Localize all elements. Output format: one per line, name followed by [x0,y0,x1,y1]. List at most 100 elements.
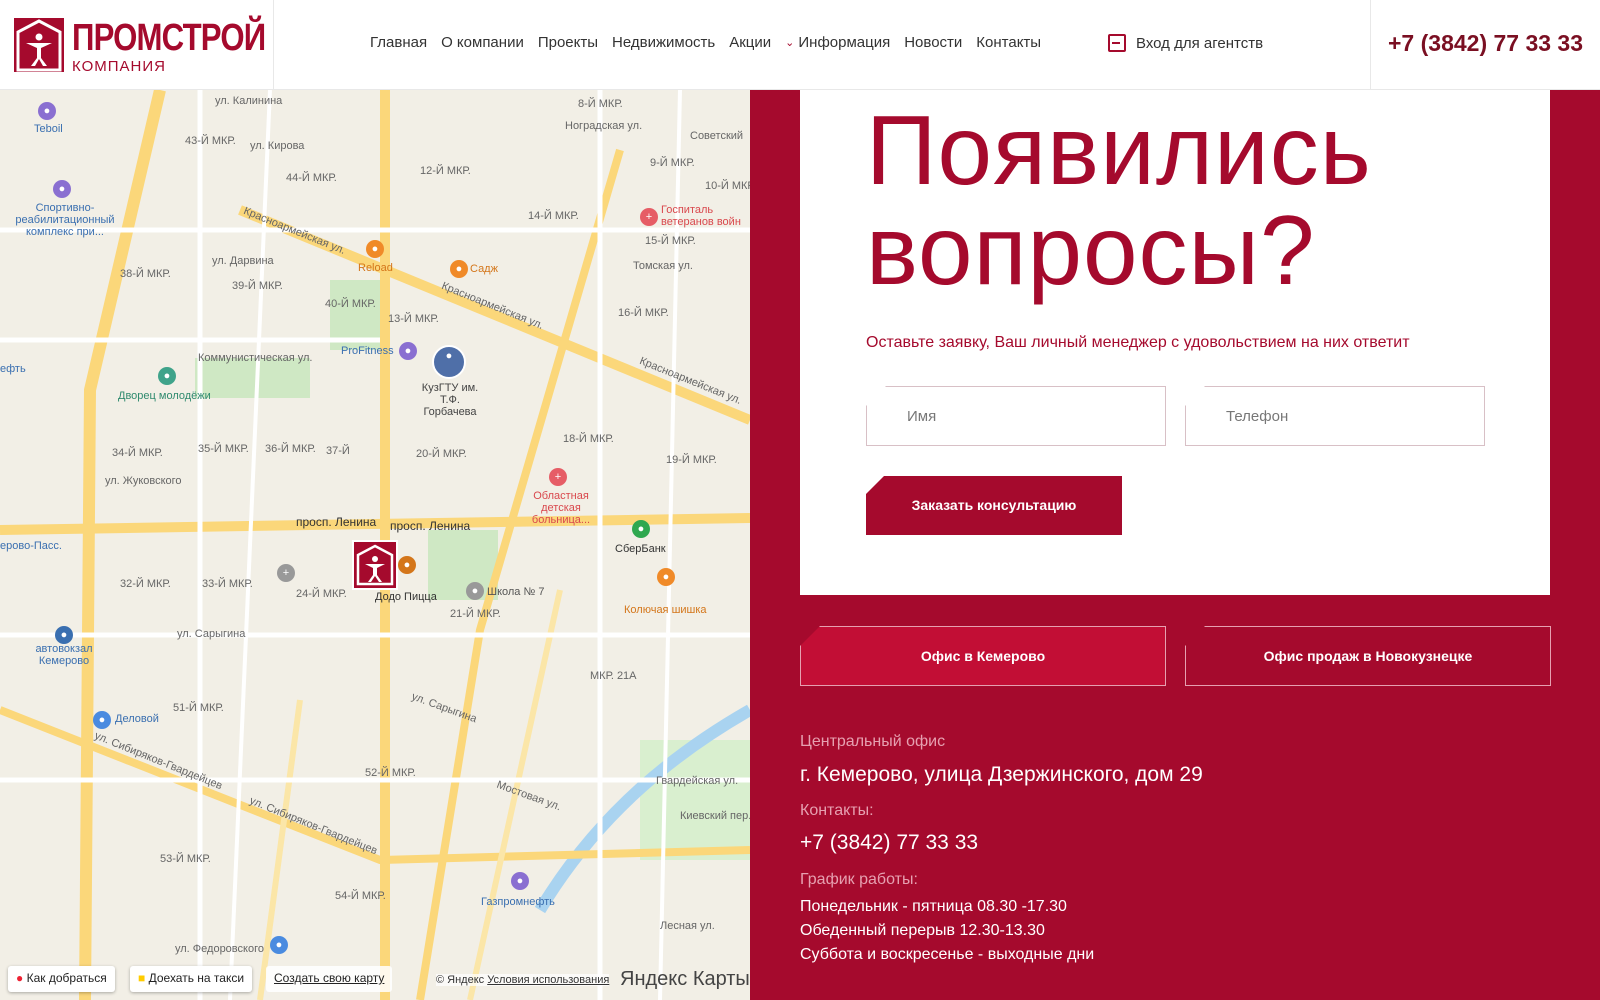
taxi-icon: ■ [138,971,146,985]
map-label: Коммунистическая ул. [198,352,313,364]
poi-label[interactable]: Teboil [34,123,63,135]
main-nav: Главная О компании Проекты Недвижимость … [370,34,1055,51]
login-icon [1108,34,1126,52]
name-field[interactable]: Имя [866,386,1166,446]
map-label: 53-Й МКР. [160,853,211,865]
contacts-label: Контакты: [800,802,874,819]
schedule-line: Понедельник - пятница 08.30 -17.30 [800,898,1067,915]
company-logo[interactable]: ПРОМСТРОЙ КОМПАНИЯ [14,18,266,75]
tab-office-novokuznetsk[interactable]: Офис продаж в Новокузнецке [1185,626,1551,686]
museum-icon[interactable]: ● [158,367,176,385]
map-label: 51-Й МКР. [173,702,224,714]
poi-label[interactable]: Reload [358,262,393,274]
map-label: 39-Й МКР. [232,280,283,292]
school-icon[interactable]: ● [466,582,484,600]
map-label: просп. Ленина [296,515,377,529]
terms-link[interactable]: Условия использования [487,974,609,986]
taxi-button[interactable]: ■ Доехать на такси [130,966,253,992]
poi-label[interactable]: автовокзал Кемерово [33,643,95,667]
map-label: 32-Й МКР. [120,578,171,590]
map-label: 21-Й МКР. [450,608,501,620]
nav-info[interactable]: Информация [798,34,890,51]
map-copyright: © Яндекс Условия использования [436,974,610,986]
map-label: просп. Ленина [390,519,471,533]
fuel-icon[interactable]: ● [511,872,529,890]
fuel-icon[interactable]: ● [38,102,56,120]
route-button[interactable]: ● Как добраться [8,966,115,992]
agent-login-link[interactable]: Вход для агентств [1108,34,1263,52]
map-label: 20-Й МКР. [416,448,467,460]
church-icon[interactable]: + [277,564,295,582]
tab-office-kemerovo[interactable]: Офис в Кемерово [800,626,1166,686]
map-label: 34-Й МКР. [112,447,163,459]
central-office-label: Центральный офис [800,733,946,750]
map-label: 35-Й МКР. [198,443,249,455]
yandex-map[interactable]: ул. Калинина 43-Й МКР. ул. Кирова 44-Й М… [0,90,750,1000]
map-label: 15-Й МКР. [645,235,696,247]
order-consultation-button[interactable]: Заказать консультацию [866,476,1122,535]
shop-icon[interactable]: ● [93,711,111,729]
poi-label[interactable]: ефть [0,363,26,375]
site-header: ПРОМСТРОЙ КОМПАНИЯ Главная О компании Пр… [0,0,1600,90]
fitness-icon[interactable]: ● [399,342,417,360]
poi-label[interactable]: ProFitness [341,345,394,357]
hospital-icon[interactable]: + [549,468,567,486]
nav-contacts[interactable]: Контакты [976,34,1041,51]
poi-label[interactable]: СберБанк [615,543,666,555]
poi-label[interactable]: Школа № 7 [487,586,544,598]
nav-realty[interactable]: Недвижимость [612,34,715,51]
poi-label[interactable]: Деловой [115,713,159,725]
map-label: 9-Й МКР. [650,157,695,169]
create-map-link[interactable]: Создать свою карту [266,966,393,992]
bus-icon[interactable]: ● [55,626,73,644]
map-label: 19-Й МКР. [666,454,717,466]
car-icon[interactable]: ● [270,936,288,954]
map-label: Томская ул. [633,260,693,272]
map-label: Советский [690,130,744,142]
schedule-line: Суббота и воскресенье - выходные дни [800,946,1095,963]
poi-label[interactable]: Дворец молодёжи [118,390,211,402]
nav-promotions[interactable]: Акции [729,34,771,51]
poi-label[interactable]: Садж [470,263,498,275]
nav-home[interactable]: Главная [370,34,427,51]
bank-icon[interactable]: ● [632,520,650,538]
header-divider [1370,0,1371,90]
map-label: 40-Й МКР. [325,298,376,310]
chevron-down-icon[interactable]: ⌄ [785,36,794,49]
header-phone[interactable]: +7 (3842) 77 33 33 [1388,30,1583,57]
map-label: ул. Дарвина [212,255,274,267]
sport-icon[interactable]: ● [53,180,71,198]
map-label: 13-Й МКР. [388,313,439,325]
map-label: 12-Й МКР. [420,165,471,177]
map-label: 10-Й МКР. [705,180,750,192]
university-icon[interactable]: ● [432,345,466,379]
poi-label[interactable]: Додо Пицца [375,591,437,603]
poi-label[interactable]: Газпромнефть [481,896,555,908]
poi-label[interactable]: Спортивно-реабилитационный комплекс при.… [10,202,120,238]
map-label: 44-Й МКР. [286,172,337,184]
office-map-pin[interactable] [352,540,398,590]
poi-label[interactable]: Областная детская больница... [526,490,596,526]
map-label: 14-Й МКР. [528,210,579,222]
cafe-icon[interactable]: ● [657,568,675,586]
nav-projects[interactable]: Проекты [538,34,598,51]
nav-news[interactable]: Новости [904,34,962,51]
poi-label[interactable]: Госпиталь ветеранов войн [661,204,750,228]
nav-about[interactable]: О компании [441,34,524,51]
yandex-maps-logo[interactable]: Яндекс Карты [620,968,750,991]
map-label: 54-Й МКР. [335,890,386,902]
office-address: г. Кемерово, улица Дзержинского, дом 29 [800,763,1203,786]
poi-label[interactable]: ерово-Пасс. [0,540,62,552]
food-icon[interactable]: ● [366,240,384,258]
food-icon[interactable]: ● [398,556,416,574]
map-label: 52-Й МКР. [365,767,416,779]
hospital-icon[interactable]: + [640,208,658,226]
food-icon[interactable]: ● [450,260,468,278]
poi-label[interactable]: КузГТУ им. Т.Ф. Горбачева [420,382,480,418]
logo-subtitle: КОМПАНИЯ [72,58,166,75]
phone-field[interactable]: Телефон [1185,386,1485,446]
map-label: ул. Жуковского [105,475,182,487]
office-phone[interactable]: +7 (3842) 77 33 33 [800,831,978,855]
map-label: 18-Й МКР. [563,433,614,445]
poi-label[interactable]: Колючая шишка [624,604,707,616]
